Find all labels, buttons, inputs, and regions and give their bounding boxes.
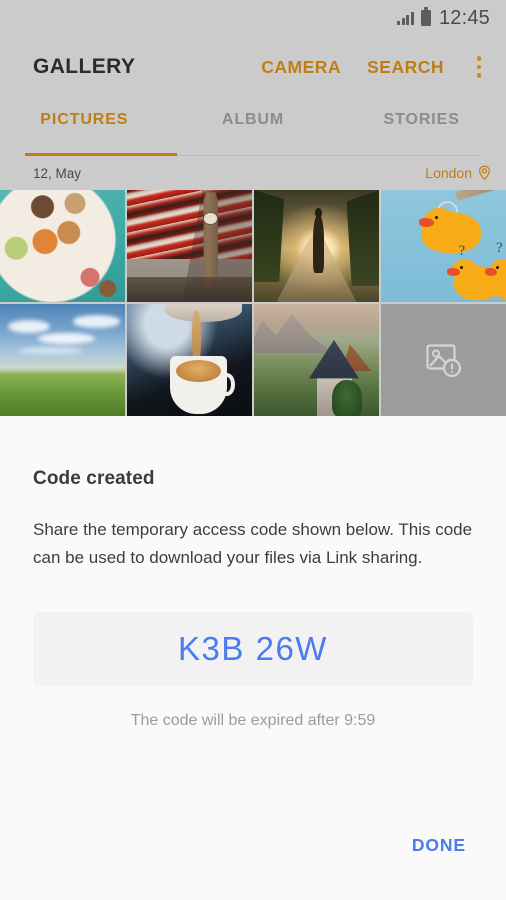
dialog-actions: DONE — [0, 829, 506, 900]
status-clock: 12:45 — [438, 7, 490, 29]
code-created-dialog: Code created Share the temporary access … — [0, 435, 506, 900]
code-expiry-label: The code will be expired after 9:59 — [130, 712, 376, 729]
app-bar: GALLERY CAMERA SEARCH — [0, 36, 506, 98]
photo-unavailable[interactable] — [381, 304, 506, 416]
photo-grid: ? ? — [0, 190, 506, 416]
signal-bars-icon — [397, 11, 414, 25]
photo-rubber-ducks[interactable]: ? ? — [381, 190, 506, 302]
dialog-title: Code created — [33, 468, 155, 489]
battery-full-icon — [420, 7, 431, 26]
more-vertical-icon[interactable] — [466, 52, 492, 82]
search-button[interactable]: SEARCH — [367, 57, 444, 78]
photo-big-ben-image — [127, 190, 252, 302]
photo-green-field[interactable] — [0, 304, 125, 416]
photo-green-field-image — [0, 304, 125, 416]
photo-runner-image — [254, 190, 379, 302]
dialog-body-text: Share the temporary access code shown be… — [33, 520, 473, 567]
tab-pictures[interactable]: PICTURES — [0, 98, 169, 156]
status-bar: 12:45 — [0, 0, 506, 36]
app-bar-actions: CAMERA SEARCH — [261, 52, 492, 82]
photo-big-ben[interactable] — [127, 190, 252, 302]
gallery-location[interactable]: London — [425, 165, 492, 181]
tab-stories[interactable]: STORIES — [337, 98, 506, 156]
camera-button[interactable]: CAMERA — [261, 57, 341, 78]
tab-bar: PICTURES ALBUM STORIES — [0, 98, 506, 156]
broken-image-icon — [425, 344, 461, 378]
photo-alpine-house-image — [254, 304, 379, 416]
photo-coffee[interactable] — [127, 304, 252, 416]
gallery-location-label: London — [425, 165, 472, 181]
photo-macarons[interactable] — [0, 190, 125, 302]
location-pin-icon — [478, 165, 491, 181]
gallery-date-label: 12, May — [33, 165, 82, 181]
access-code-value: K3B 26W — [178, 630, 328, 667]
photo-runner[interactable] — [254, 190, 379, 302]
photo-macarons-image — [0, 190, 125, 302]
meta-row: 12, May London — [0, 156, 506, 190]
tab-album[interactable]: ALBUM — [169, 98, 338, 156]
done-button[interactable]: DONE — [408, 829, 470, 862]
photo-rubber-ducks-image: ? ? — [381, 190, 506, 302]
access-code-box[interactable]: K3B 26W — [33, 612, 473, 686]
photo-coffee-image — [127, 304, 252, 416]
phone-screen: 12:45 GALLERY CAMERA SEARCH PICTURES ALB… — [0, 0, 506, 900]
tab-active-indicator — [25, 153, 177, 156]
page-title: GALLERY — [33, 55, 136, 78]
photo-alpine-house[interactable] — [254, 304, 379, 416]
